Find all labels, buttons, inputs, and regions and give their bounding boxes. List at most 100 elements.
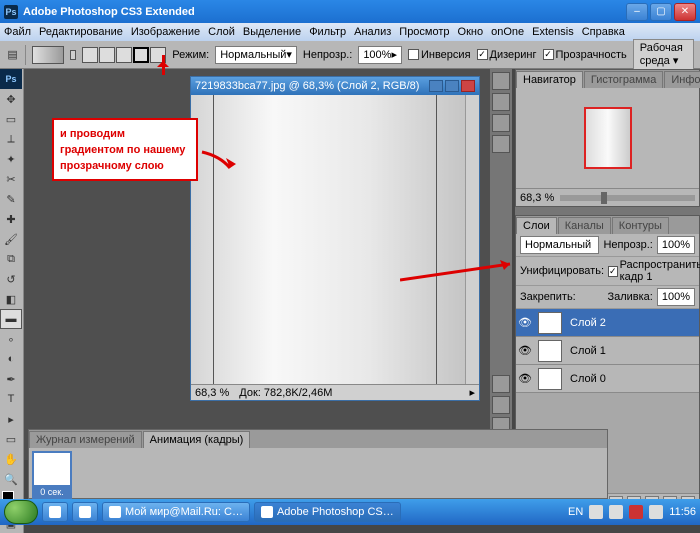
menu-view[interactable]: Просмотр — [399, 26, 449, 38]
marquee-tool[interactable]: ▭ — [0, 109, 22, 129]
animation-frame[interactable]: 0 сек. — [32, 451, 72, 499]
magic-wand-tool[interactable]: ✦ — [0, 149, 22, 169]
dock-icon[interactable] — [492, 72, 510, 90]
navigator-zoom[interactable]: 68,3 % — [520, 192, 554, 204]
workspace-dropdown[interactable]: Рабочая среда ▾ — [633, 39, 694, 70]
taskbar-item-active[interactable]: Adobe Photoshop CS… — [254, 502, 401, 522]
tab-measurement-log[interactable]: Журнал измерений — [29, 431, 142, 448]
blur-tool[interactable]: ∘ — [0, 329, 22, 349]
tab-histogram[interactable]: Гистограмма — [584, 71, 664, 88]
dock-icon[interactable] — [492, 375, 510, 393]
tray-icon[interactable] — [629, 505, 643, 519]
gradient-linear-button[interactable] — [82, 47, 98, 63]
menu-onone[interactable]: onOne — [491, 26, 524, 38]
taskbar-item[interactable]: Мой мир@Mail.Ru: С… — [102, 502, 250, 522]
document-titlebar[interactable]: 7219833bca77.jpg @ 68,3% (Слой 2, RGB/8) — [191, 77, 479, 95]
propagate-checkbox[interactable]: ✓Распространить кадр 1 — [608, 259, 700, 283]
doc-maximize-button[interactable] — [445, 80, 459, 92]
blend-mode-select[interactable]: Нормальный ▾ — [215, 46, 297, 64]
zoom-slider[interactable] — [560, 195, 695, 201]
maximize-button[interactable]: ▢ — [650, 3, 672, 21]
pen-tool[interactable]: ✒ — [0, 369, 22, 389]
eyedropper-tool[interactable]: ✎ — [0, 189, 22, 209]
menu-analysis[interactable]: Анализ — [354, 26, 391, 38]
healing-brush-tool[interactable]: ✚ — [0, 209, 22, 229]
type-tool[interactable]: T — [0, 389, 22, 409]
hand-tool[interactable]: ✋ — [0, 449, 22, 469]
shape-tool[interactable]: ▭ — [0, 429, 22, 449]
menu-window[interactable]: Окно — [458, 26, 484, 38]
tab-info[interactable]: Инфо — [664, 71, 700, 88]
layer-row[interactable]: 👁 Слой 1 — [516, 337, 699, 365]
tab-channels[interactable]: Каналы — [558, 217, 611, 234]
layer-thumbnail[interactable] — [538, 312, 562, 334]
minimize-button[interactable]: – — [626, 3, 648, 21]
layer-name[interactable]: Слой 2 — [566, 317, 699, 329]
language-indicator[interactable]: EN — [568, 506, 583, 518]
gradient-reflected-button[interactable] — [133, 47, 149, 63]
zoom-tool[interactable]: 🔍 — [0, 469, 22, 489]
tray-icon[interactable] — [589, 505, 603, 519]
visibility-icon[interactable]: 👁 — [516, 316, 534, 329]
brush-tool[interactable]: 🖌 — [0, 229, 22, 249]
history-brush-tool[interactable]: ↺ — [0, 269, 22, 289]
menu-layer[interactable]: Слой — [208, 26, 235, 38]
doc-close-button[interactable] — [461, 80, 475, 92]
crop-tool[interactable]: ✂ — [0, 169, 22, 189]
tool-preset-picker[interactable]: ▤ — [6, 45, 19, 65]
tab-navigator[interactable]: Навигатор — [516, 71, 583, 88]
lasso-tool[interactable]: ⟂ — [0, 129, 22, 149]
taskbar-item[interactable] — [72, 502, 98, 522]
start-button[interactable] — [4, 500, 38, 524]
zoom-level[interactable]: 68,3 % — [195, 387, 229, 399]
layer-thumbnail[interactable] — [538, 340, 562, 362]
tab-layers[interactable]: Слои — [516, 217, 557, 234]
menu-edit[interactable]: Редактирование — [39, 26, 123, 38]
dock-icon[interactable] — [492, 114, 510, 132]
gradient-preview[interactable] — [32, 46, 64, 64]
fill-input[interactable]: 100% — [657, 288, 695, 306]
frame-delay[interactable]: 0 сек. — [32, 487, 72, 499]
clock[interactable]: 11:56 — [669, 506, 696, 518]
path-select-tool[interactable]: ▸ — [0, 409, 22, 429]
reverse-checkbox[interactable]: Инверсия — [408, 49, 471, 61]
visibility-icon[interactable]: 👁 — [516, 372, 534, 385]
gradient-dropdown[interactable] — [70, 50, 76, 60]
gradient-angle-button[interactable] — [116, 47, 132, 63]
navigator-thumbnail[interactable] — [584, 107, 632, 169]
layer-row[interactable]: 👁 Слой 0 — [516, 365, 699, 393]
tray-icon[interactable] — [649, 505, 663, 519]
transparency-checkbox[interactable]: ✓Прозрачность — [543, 49, 627, 61]
menu-extensis[interactable]: Extensis — [532, 26, 574, 38]
tab-paths[interactable]: Контуры — [612, 217, 669, 234]
layer-row[interactable]: 👁 Слой 2 — [516, 309, 699, 337]
move-tool[interactable]: ✥ — [0, 89, 22, 109]
tab-animation[interactable]: Анимация (кадры) — [143, 431, 251, 448]
menu-file[interactable]: Файл — [4, 26, 31, 38]
dither-checkbox[interactable]: ✓Дизеринг — [477, 49, 537, 61]
menu-select[interactable]: Выделение — [243, 26, 301, 38]
dock-icon[interactable] — [492, 93, 510, 111]
dock-icon[interactable] — [492, 135, 510, 153]
layer-name[interactable]: Слой 0 — [566, 373, 699, 385]
clone-stamp-tool[interactable]: ⧉ — [0, 249, 22, 269]
gradient-radial-button[interactable] — [99, 47, 115, 63]
tray-icon[interactable] — [609, 505, 623, 519]
menu-image[interactable]: Изображение — [131, 26, 200, 38]
eraser-tool[interactable]: ◧ — [0, 289, 22, 309]
vertical-scrollbar[interactable] — [465, 95, 479, 384]
layer-name[interactable]: Слой 1 — [566, 345, 699, 357]
visibility-icon[interactable]: 👁 — [516, 344, 534, 357]
gradient-tool[interactable]: ▬ — [0, 309, 22, 329]
doc-minimize-button[interactable] — [429, 80, 443, 92]
menu-help[interactable]: Справка — [582, 26, 625, 38]
taskbar-item[interactable] — [42, 502, 68, 522]
document-canvas[interactable] — [191, 95, 465, 384]
dodge-tool[interactable]: ◐ — [0, 349, 22, 369]
layer-thumbnail[interactable] — [538, 368, 562, 390]
close-button[interactable]: ✕ — [674, 3, 696, 21]
layer-opacity-input[interactable]: 100% — [657, 236, 695, 254]
layer-blend-select[interactable]: Нормальный — [520, 236, 599, 254]
opacity-input[interactable]: 100% ▸ — [358, 46, 402, 64]
menu-filter[interactable]: Фильтр — [309, 26, 346, 38]
